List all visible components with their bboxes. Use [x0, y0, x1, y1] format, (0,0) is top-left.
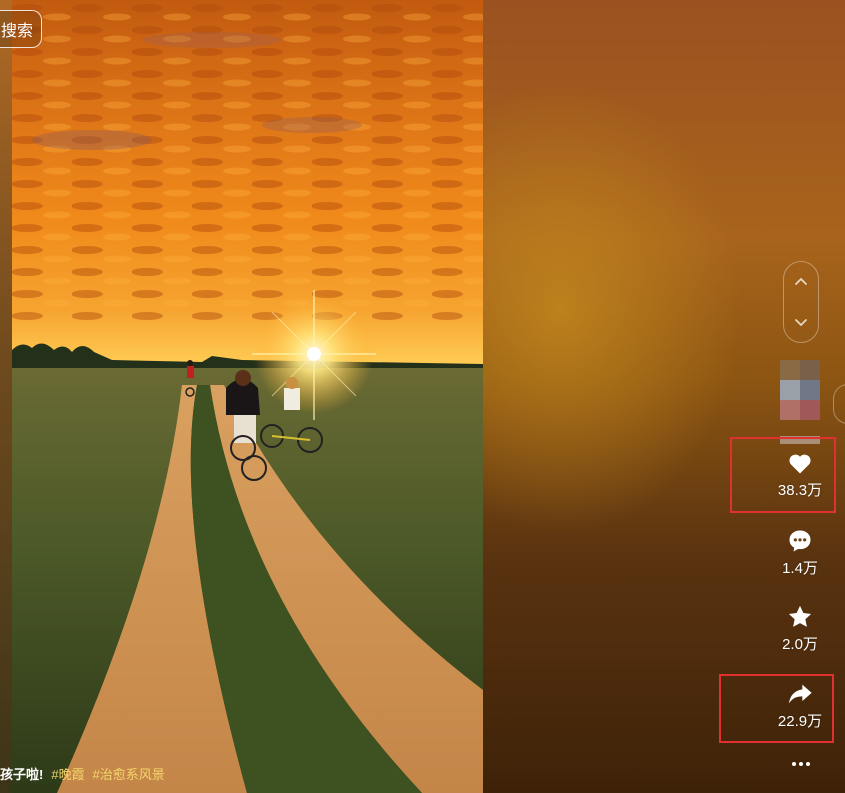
chevron-up-icon[interactable]	[793, 274, 809, 290]
hashtag-healing-scenery[interactable]: #治愈系风景	[93, 767, 165, 782]
chevron-down-icon[interactable]	[793, 314, 809, 330]
comment-count: 1.4万	[782, 560, 818, 577]
comment-icon	[789, 530, 811, 552]
video-player[interactable]	[12, 0, 483, 793]
highlight-box-share	[719, 674, 834, 743]
video-navigation	[783, 261, 819, 343]
search-button[interactable]: 搜索	[0, 10, 42, 48]
favorite-count: 2.0万	[782, 636, 818, 653]
hashtag-sunset[interactable]: #晚霞	[51, 767, 84, 782]
comment-button[interactable]: 1.4万	[760, 527, 840, 578]
side-strip	[0, 0, 12, 793]
video-caption: 孩子啦! #晚霞 #治愈系风景	[0, 764, 165, 784]
highlight-box-like	[730, 437, 836, 513]
star-icon	[788, 605, 812, 627]
video-frame	[12, 0, 483, 793]
caption-text: 孩子啦!	[0, 767, 44, 782]
search-button-label: 搜索	[0, 23, 33, 40]
favorite-button[interactable]: 2.0万	[760, 603, 840, 654]
more-icon[interactable]	[789, 756, 813, 772]
author-avatar[interactable]	[780, 360, 820, 420]
